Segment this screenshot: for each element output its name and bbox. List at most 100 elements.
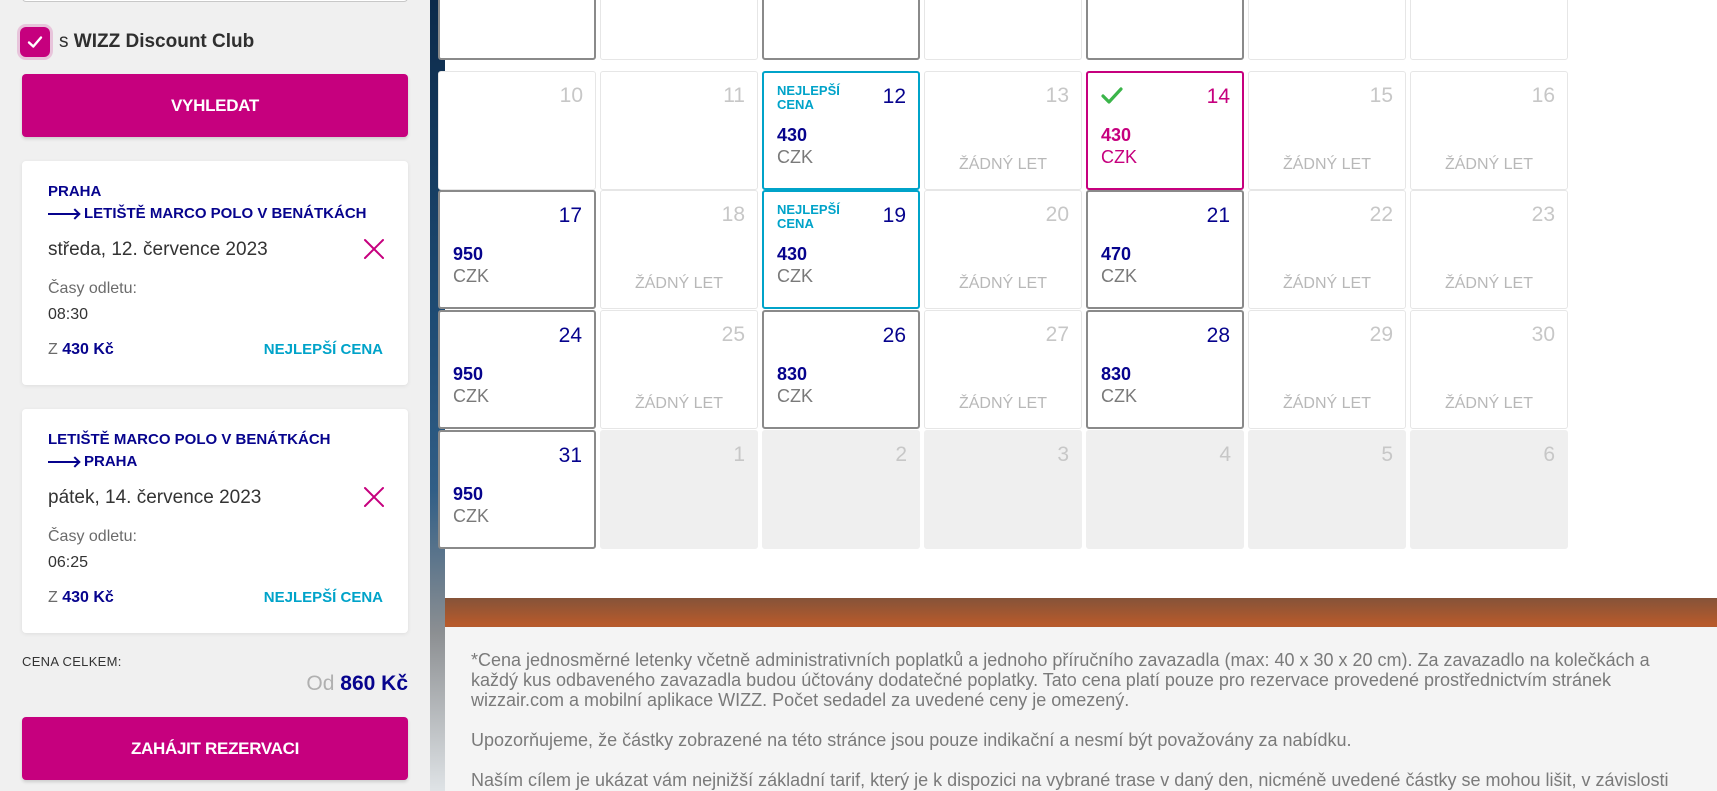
calendar-day-18: 18 ŽÁDNÝ LET: [600, 190, 758, 309]
return-route: LETIŠTĚ MARCO POLO V BENÁTKÁCH PRAHA: [48, 429, 331, 473]
no-flight-label: ŽÁDNÝ LET: [1282, 275, 1371, 292]
calendar-day-28[interactable]: 28 830 CZK: [1086, 310, 1244, 429]
calendar-day-27: 27 ŽÁDNÝ LET: [924, 310, 1082, 429]
day-number: 10: [559, 84, 583, 107]
day-number: 6: [1543, 443, 1555, 466]
calendar-day-19[interactable]: 19 NEJLEPŠÍ CENA 430 CZK: [762, 190, 920, 309]
day-price: 830: [777, 364, 808, 384]
close-icon[interactable]: [362, 485, 386, 509]
total-price-label: CENA CELKEM:: [22, 654, 122, 669]
day-number: 2: [895, 443, 907, 466]
calendar-day-23: 23 ŽÁDNÝ LET: [1410, 190, 1568, 309]
day-currency: CZK: [453, 386, 489, 406]
day-currency: CZK: [1101, 266, 1137, 286]
departure-times-label: Časy odletu:: [48, 528, 137, 545]
calendar-day-26[interactable]: 26 830 CZK: [762, 310, 920, 429]
no-flight-label: ŽÁDNÝ LET: [634, 275, 723, 292]
day-currency: CZK: [453, 266, 489, 286]
day-price: 950: [453, 244, 484, 264]
day-number: 13: [1045, 84, 1069, 107]
start-booking-button[interactable]: ZAHÁJIT REZERVACI: [22, 717, 408, 780]
departure-time: 08:30: [48, 306, 89, 323]
best-price-badge: NEJLEPŠÍ CENA: [263, 589, 383, 606]
day-number: 11: [723, 84, 745, 107]
no-flight-label: ŽÁDNÝ LET: [1282, 395, 1371, 412]
day-number: 5: [1381, 443, 1393, 466]
calendar-day-1: 1: [600, 430, 758, 549]
calendar-day-5: 5: [1248, 430, 1406, 549]
day-number: 22: [1369, 203, 1393, 226]
day-number: 21: [1206, 204, 1230, 227]
calendar-day: [1410, 0, 1568, 60]
calendar-day[interactable]: [438, 0, 596, 60]
calendar-day: [600, 0, 758, 60]
calendar-day[interactable]: [1086, 0, 1244, 60]
discount-club-checkbox[interactable]: [20, 27, 50, 57]
calendar-day-16: 16 ŽÁDNÝ LET: [1410, 71, 1568, 190]
return-price: Z 430 Kč: [48, 589, 114, 606]
calendar-day-10: 10: [438, 71, 596, 190]
outbound-flight-card: PRAHA LETIŠTĚ MARCO POLO V BENÁTKÁCH stř…: [22, 161, 408, 385]
day-number: 29: [1369, 323, 1393, 346]
no-flight-label: ŽÁDNÝ LET: [958, 395, 1047, 412]
outbound-price: Z 430 Kč: [48, 341, 114, 358]
day-number: 1: [733, 443, 745, 466]
day-price: 830: [1101, 364, 1132, 384]
disclaimer-paragraph: *Cena jednosměrné letenky včetně adminis…: [471, 650, 1650, 710]
search-button[interactable]: VYHLEDAT: [22, 74, 408, 137]
calendar-day: [1248, 0, 1406, 60]
discount-club-option[interactable]: s WIZZ Discount Club: [20, 27, 254, 57]
day-price: 430: [777, 244, 808, 264]
close-icon[interactable]: [362, 237, 386, 261]
return-date: pátek, 14. července 2023: [48, 487, 262, 508]
calendar-day-31[interactable]: 31 950 CZK: [438, 430, 596, 549]
calendar-day-17[interactable]: 17 950 CZK: [438, 190, 596, 309]
calendar-day-21[interactable]: 21 470 CZK: [1086, 190, 1244, 309]
calendar-day-20: 20 ŽÁDNÝ LET: [924, 190, 1082, 309]
calendar-day-12[interactable]: 12 NEJLEPŠÍ CENA 430 CZK: [762, 71, 920, 190]
day-number: 27: [1045, 323, 1069, 346]
day-currency: CZK: [777, 147, 813, 167]
day-number: 24: [558, 324, 582, 347]
price-disclaimer: *Cena jednosměrné letenky včetně adminis…: [445, 627, 1717, 791]
day-currency: CZK: [1101, 386, 1137, 406]
best-price-badge: NEJLEPŠÍ CENA: [263, 341, 383, 358]
fare-calendar: 10 11 12 NEJLEPŠÍ CENA 430 CZK 13 ŽÁDNÝ LET 14 430…: [438, 0, 1717, 598]
calendar-day[interactable]: [762, 0, 920, 60]
arrow-right-icon: [48, 461, 78, 464]
outbound-date: středa, 12. července 2023: [48, 239, 268, 260]
day-number: 18: [721, 203, 745, 226]
day-currency: CZK: [777, 266, 813, 286]
day-number: 19: [882, 204, 906, 227]
previous-field-edge: [22, 0, 408, 2]
day-currency: CZK: [453, 506, 489, 526]
day-number: 31: [558, 444, 582, 467]
disclaimer-paragraph: Naším cílem je ukázat vám nejnižší zákla…: [471, 770, 1669, 790]
day-number: 23: [1531, 203, 1555, 226]
no-flight-label: ŽÁDNÝ LET: [1282, 156, 1371, 173]
day-number: 28: [1206, 324, 1230, 347]
booking-sidebar: s WIZZ Discount Club VYHLEDAT PRAHA LETI…: [0, 0, 430, 791]
no-flight-label: ŽÁDNÝ LET: [1444, 156, 1533, 173]
departure-times-label: Časy odletu:: [48, 280, 137, 297]
calendar-day-30: 30 ŽÁDNÝ LET: [1410, 310, 1568, 429]
outbound-route: PRAHA LETIŠTĚ MARCO POLO V BENÁTKÁCH: [48, 181, 367, 225]
total-price: Od 860 Kč: [306, 672, 408, 695]
calendar-day-24[interactable]: 24 950 CZK: [438, 310, 596, 429]
day-price: 430: [1101, 125, 1132, 145]
disclaimer-paragraph: Upozorňujeme, že částky zobrazené na tét…: [471, 730, 1352, 750]
day-currency: CZK: [1101, 147, 1137, 167]
calendar-day-15: 15 ŽÁDNÝ LET: [1248, 71, 1406, 190]
return-flight-card: LETIŠTĚ MARCO POLO V BENÁTKÁCH PRAHA pát…: [22, 409, 408, 633]
calendar-day-25: 25 ŽÁDNÝ LET: [600, 310, 758, 429]
day-price: 430: [777, 125, 808, 145]
day-number: 20: [1045, 203, 1069, 226]
calendar-day-6: 6: [1410, 430, 1568, 549]
best-price-tag: NEJLEPŠÍ CENA: [777, 202, 840, 231]
day-price: 950: [453, 364, 484, 384]
calendar-day-14[interactable]: 14 430 CZK: [1086, 71, 1244, 190]
outbound-destination: LETIŠTĚ MARCO POLO V BENÁTKÁCH: [84, 205, 367, 222]
arrow-right-icon: [48, 213, 78, 216]
best-price-tag: NEJLEPŠÍ CENA: [777, 83, 840, 112]
return-destination: PRAHA: [84, 453, 138, 470]
